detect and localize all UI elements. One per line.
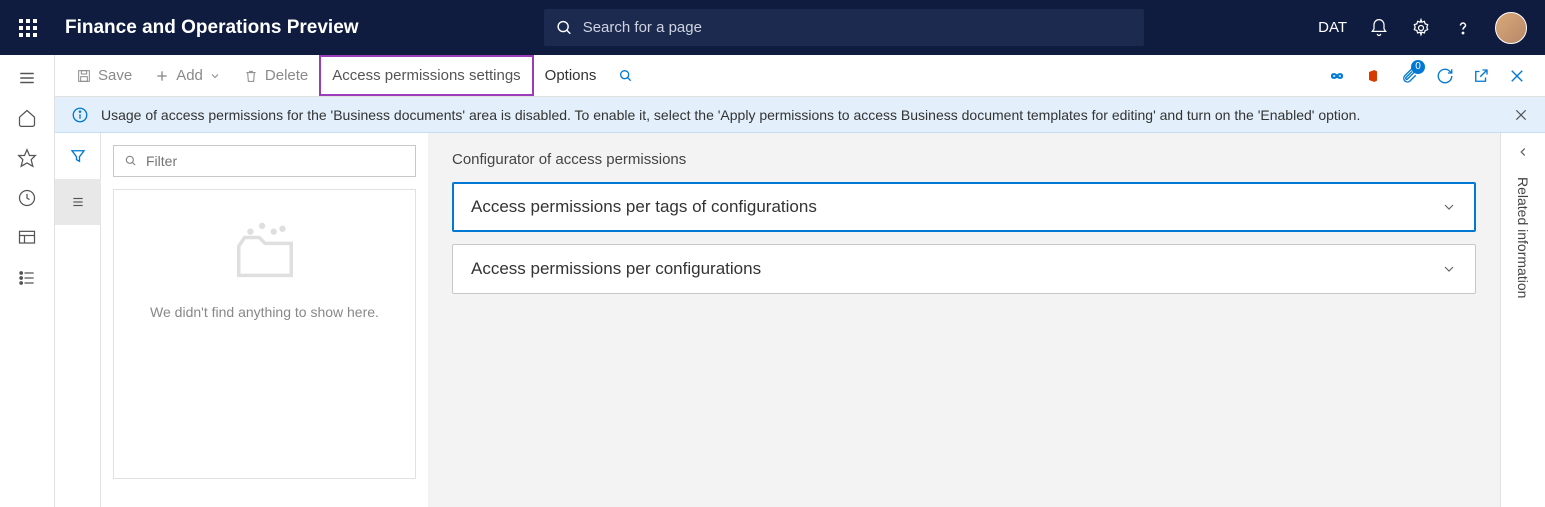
close-icon xyxy=(1508,67,1526,85)
command-bar: Save Add Delete Access permissions setti… xyxy=(55,55,1545,97)
notifications-button[interactable] xyxy=(1369,18,1389,38)
nav-home-button[interactable] xyxy=(16,107,38,129)
electronic-reporting-button[interactable] xyxy=(1327,66,1347,86)
access-permissions-label: Access permissions settings xyxy=(332,67,520,84)
hamburger-button[interactable] xyxy=(16,67,38,89)
related-info-label: Related information xyxy=(1515,177,1531,298)
nav-workspaces-button[interactable] xyxy=(16,227,38,249)
chevron-down-icon xyxy=(1441,199,1457,215)
filter-pane-button[interactable] xyxy=(55,133,101,179)
funnel-icon xyxy=(69,147,87,165)
chevron-down-icon xyxy=(209,70,221,82)
nav-favorites-button[interactable] xyxy=(16,147,38,169)
accordion-configs[interactable]: Access permissions per configurations xyxy=(452,244,1476,294)
search-icon xyxy=(556,19,573,37)
star-icon xyxy=(17,148,37,168)
user-avatar[interactable] xyxy=(1495,12,1527,44)
infinity-icon xyxy=(1327,69,1347,83)
popout-button[interactable] xyxy=(1471,66,1491,86)
list-view-button[interactable] xyxy=(55,179,101,225)
list-lines-icon xyxy=(69,195,87,209)
filter-input[interactable] xyxy=(146,153,405,169)
options-tab[interactable]: Options xyxy=(534,55,608,96)
expand-related-button[interactable] xyxy=(1516,145,1530,159)
refresh-button[interactable] xyxy=(1435,66,1455,86)
info-bar: Usage of access permissions for the 'Bus… xyxy=(55,97,1545,133)
delete-label: Delete xyxy=(265,67,308,84)
trash-icon xyxy=(243,68,259,84)
access-permissions-tab[interactable]: Access permissions settings xyxy=(319,55,533,96)
workspaces-icon xyxy=(17,228,37,248)
plus-icon xyxy=(154,68,170,84)
refresh-icon xyxy=(1436,67,1454,85)
app-title: Finance and Operations Preview xyxy=(55,17,359,39)
empty-folder-icon xyxy=(230,220,300,290)
app-launcher-button[interactable] xyxy=(0,19,55,37)
question-icon xyxy=(1453,18,1473,38)
page-title: Configurator of access permissions xyxy=(452,151,1476,168)
save-button[interactable]: Save xyxy=(65,55,143,96)
close-button[interactable] xyxy=(1507,66,1527,86)
add-button[interactable]: Add xyxy=(143,55,232,96)
save-label: Save xyxy=(98,67,132,84)
search-icon xyxy=(618,68,634,84)
waffle-icon xyxy=(19,19,37,37)
search-icon xyxy=(124,154,138,168)
empty-text: We didn't find anything to show here. xyxy=(150,304,379,320)
search-input[interactable] xyxy=(583,19,1132,36)
office-button[interactable] xyxy=(1363,66,1383,86)
options-label: Options xyxy=(545,67,597,84)
accordion-configs-label: Access permissions per configurations xyxy=(471,259,761,279)
modules-icon xyxy=(17,268,37,288)
left-nav-rail xyxy=(0,55,55,507)
accordion-tags[interactable]: Access permissions per tags of configura… xyxy=(452,182,1476,232)
filter-field[interactable] xyxy=(113,145,416,177)
main-content: Configurator of access permissions Acces… xyxy=(428,133,1500,507)
hamburger-icon xyxy=(17,69,37,87)
info-message: Usage of access permissions for the 'Bus… xyxy=(101,107,1360,123)
info-icon xyxy=(71,106,89,124)
home-icon xyxy=(17,108,37,128)
gear-icon xyxy=(1411,18,1431,38)
chevron-left-icon xyxy=(1516,145,1530,159)
global-search[interactable] xyxy=(544,9,1144,46)
bell-icon xyxy=(1369,18,1389,38)
settings-button[interactable] xyxy=(1411,18,1431,38)
delete-button[interactable]: Delete xyxy=(232,55,319,96)
nav-modules-button[interactable] xyxy=(16,267,38,289)
info-close-button[interactable] xyxy=(1513,107,1529,123)
empty-list: We didn't find anything to show here. xyxy=(113,189,416,479)
company-label[interactable]: DAT xyxy=(1318,19,1347,36)
add-label: Add xyxy=(176,67,203,84)
attachment-badge: 0 xyxy=(1411,60,1425,74)
close-icon xyxy=(1513,107,1529,123)
list-panel: We didn't find anything to show here. xyxy=(55,133,428,507)
attachments-button[interactable]: 0 xyxy=(1399,66,1419,86)
popout-icon xyxy=(1472,67,1490,85)
chevron-down-icon xyxy=(1441,261,1457,277)
office-icon xyxy=(1365,67,1381,85)
find-button[interactable] xyxy=(607,55,645,96)
help-button[interactable] xyxy=(1453,18,1473,38)
save-icon xyxy=(76,68,92,84)
top-navbar: Finance and Operations Preview DAT xyxy=(0,0,1545,55)
accordion-tags-label: Access permissions per tags of configura… xyxy=(471,197,817,217)
related-info-pane[interactable]: Related information xyxy=(1500,133,1545,507)
nav-recent-button[interactable] xyxy=(16,187,38,209)
clock-icon xyxy=(17,188,37,208)
